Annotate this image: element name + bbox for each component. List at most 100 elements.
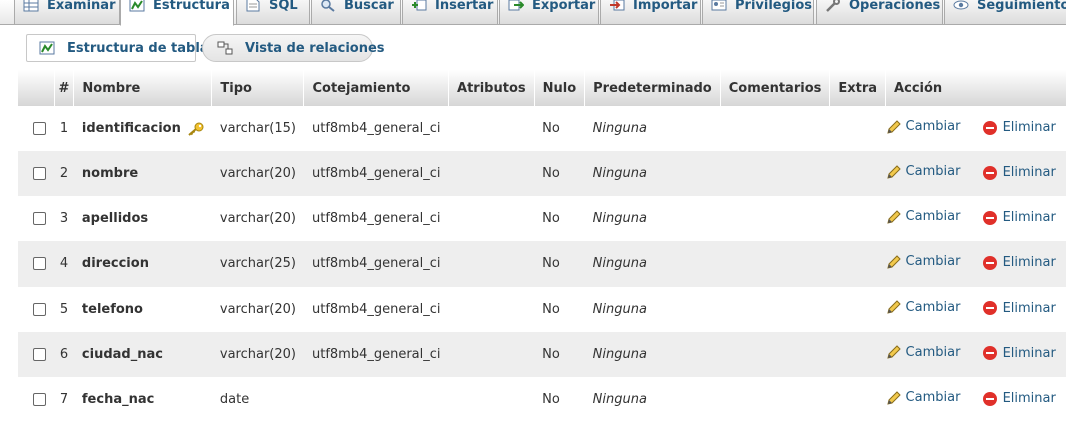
- row-checkbox[interactable]: [33, 302, 46, 316]
- structure-icon: [39, 41, 55, 55]
- drop-button[interactable]: Eliminar: [982, 255, 1056, 270]
- column-collation: utf8mb4_general_ci: [303, 196, 449, 242]
- subtab-table-structure[interactable]: Estructura de tabla: [26, 34, 209, 62]
- drop-button[interactable]: Eliminar: [982, 120, 1056, 135]
- drop-icon: [982, 255, 997, 270]
- column-comments: [720, 241, 830, 287]
- row-num: 6: [54, 331, 74, 377]
- change-button[interactable]: Cambiar: [886, 119, 961, 135]
- change-label: Cambiar: [905, 164, 961, 180]
- subtab-relation-view[interactable]: Vista de relaciones: [202, 34, 385, 62]
- change-button[interactable]: Cambiar: [886, 254, 961, 270]
- tab-export[interactable]: Exportar: [499, 0, 599, 25]
- column-null: No: [534, 241, 585, 287]
- row-checkbox[interactable]: [33, 257, 46, 271]
- search-icon: [320, 0, 336, 12]
- column-default: Ninguna: [584, 331, 721, 377]
- subtab-table-structure-label: Estructura de tabla: [67, 40, 209, 56]
- tab-import[interactable]: Importar: [600, 0, 701, 25]
- table-header-row: # Nombre Tipo Cotejamiento Atributos Nul…: [18, 70, 1066, 106]
- drop-icon: [982, 301, 997, 316]
- tab-search[interactable]: Buscar: [311, 0, 401, 25]
- row-checkbox[interactable]: [33, 393, 46, 407]
- row-checkbox[interactable]: [33, 347, 46, 361]
- operations-icon: [825, 0, 841, 12]
- column-null: No: [534, 286, 585, 332]
- row-checkbox[interactable]: [33, 212, 46, 226]
- header-comments[interactable]: Comentarios: [720, 70, 831, 106]
- row-checkbox[interactable]: [33, 122, 46, 135]
- change-button[interactable]: Cambiar: [886, 164, 961, 180]
- column-comments: [720, 286, 830, 332]
- tab-sql[interactable]: SQL: [236, 0, 310, 25]
- column-attributes: [448, 241, 535, 287]
- header-type[interactable]: Tipo: [211, 70, 305, 106]
- table-row: 3 apellidos varchar(20) utf8mb4_general_…: [18, 196, 1066, 242]
- column-attributes: [448, 331, 535, 377]
- column-null: No: [534, 151, 585, 197]
- column-null: No: [534, 106, 585, 151]
- row-num: 1: [54, 106, 74, 151]
- tracking-icon: [953, 0, 969, 12]
- column-name: apellidos: [73, 196, 212, 242]
- pencil-icon: [886, 164, 902, 180]
- column-type: varchar(20): [211, 331, 304, 377]
- tab-privileges-label: Privilegios: [735, 0, 813, 13]
- column-collation: utf8mb4_general_ci: [303, 241, 449, 287]
- header-null[interactable]: Nulo: [534, 70, 586, 106]
- row-num: 5: [54, 286, 74, 332]
- column-collation: utf8mb4_general_ci: [303, 106, 449, 151]
- row-actions: Cambiar Eliminar Más: [885, 196, 1066, 242]
- column-name: fecha_nac: [73, 376, 212, 423]
- tab-insert[interactable]: Insertar: [402, 0, 498, 25]
- tab-browse[interactable]: Examinar: [14, 0, 120, 25]
- column-collation: utf8mb4_general_ci: [303, 286, 449, 332]
- column-comments: [720, 376, 830, 423]
- tab-operations[interactable]: Operaciones: [816, 0, 943, 25]
- tab-structure[interactable]: Estructura: [120, 0, 234, 26]
- pencil-icon: [886, 344, 902, 360]
- pencil-icon: [886, 299, 902, 315]
- change-button[interactable]: Cambiar: [886, 344, 960, 360]
- header-attributes[interactable]: Atributos: [448, 70, 535, 106]
- row-select-cell: [18, 196, 54, 242]
- tab-tracking-label: Seguimiento: [977, 0, 1066, 13]
- row-actions: Cambiar Eliminar Más: [885, 286, 1066, 332]
- header-collation[interactable]: Cotejamiento: [303, 70, 450, 106]
- column-default: Ninguna: [584, 151, 721, 197]
- change-label: Cambiar: [905, 254, 961, 270]
- drop-label: Eliminar: [1002, 345, 1056, 361]
- drop-button[interactable]: Eliminar: [982, 165, 1056, 180]
- column-type: varchar(20): [211, 196, 304, 242]
- drop-button[interactable]: Eliminar: [982, 345, 1056, 361]
- column-comments: [720, 196, 830, 242]
- drop-icon: [982, 210, 997, 225]
- structure-icon: [129, 0, 145, 12]
- tab-privileges[interactable]: Privilegios: [702, 0, 814, 25]
- row-select-cell: [18, 241, 54, 287]
- tab-structure-label: Estructura: [153, 0, 230, 13]
- row-checkbox[interactable]: [33, 167, 46, 181]
- tab-tracking[interactable]: Seguimiento: [944, 0, 1066, 25]
- drop-button[interactable]: Eliminar: [982, 301, 1056, 316]
- header-name[interactable]: Nombre: [73, 70, 213, 106]
- table-row: 5 telefono varchar(20) utf8mb4_general_c…: [18, 286, 1066, 332]
- change-label: Cambiar: [905, 119, 961, 134]
- header-num[interactable]: #: [54, 70, 75, 106]
- drop-button[interactable]: Eliminar: [982, 391, 1056, 406]
- drop-icon: [982, 391, 997, 406]
- drop-button[interactable]: Eliminar: [982, 210, 1056, 225]
- column-collation: utf8mb4_general_ci: [303, 151, 449, 197]
- header-default[interactable]: Predeterminado: [584, 70, 721, 106]
- column-attributes: [448, 106, 535, 151]
- change-label: Cambiar: [905, 299, 961, 315]
- row-actions: Cambiar Eliminar Más: [885, 151, 1066, 197]
- change-button[interactable]: Cambiar: [886, 299, 961, 315]
- change-button[interactable]: Cambiar: [886, 209, 960, 225]
- header-extra[interactable]: Extra: [829, 70, 887, 106]
- column-comments: [720, 151, 830, 197]
- header-action: Acción: [885, 70, 1066, 106]
- change-button[interactable]: Cambiar: [886, 390, 960, 406]
- column-extra: [829, 241, 886, 287]
- column-extra: [829, 106, 886, 151]
